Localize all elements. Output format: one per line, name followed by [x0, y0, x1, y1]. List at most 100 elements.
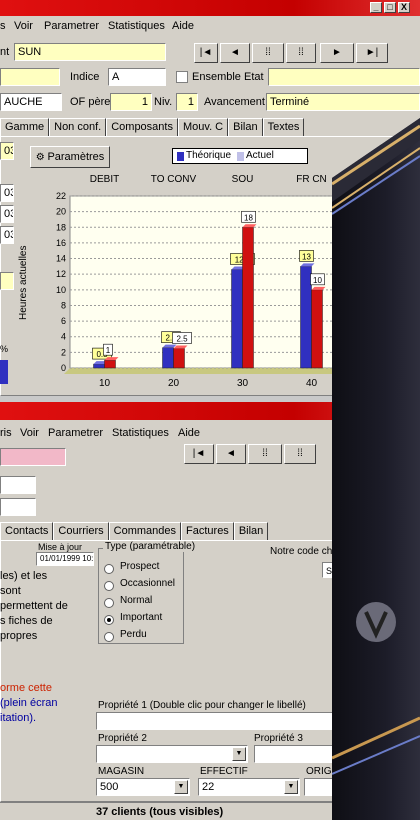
- legend-actuel: Actuel: [246, 150, 274, 161]
- tab-courriers[interactable]: Courriers: [53, 522, 109, 540]
- radio-important[interactable]: [104, 615, 114, 625]
- magasin-select[interactable]: 500 ▼: [96, 778, 190, 796]
- mise-a-jour-field[interactable]: 01/01/1999 10:46: [36, 552, 94, 566]
- x-tick-label: 20: [168, 378, 180, 389]
- legend-theorique: Théorique: [186, 150, 232, 161]
- bar-chart: 0246810121416182022DEBIT TO CONV SOU FR CN0…: [56, 174, 346, 389]
- avancement-label: Avancement: [204, 96, 265, 108]
- effectif-label: EFFECTIF: [200, 766, 248, 777]
- client-name-field[interactable]: [0, 448, 66, 466]
- y-tick-label: 20: [56, 207, 66, 217]
- x-tick-label: 30: [237, 378, 249, 389]
- chevron-down-icon[interactable]: ▼: [284, 780, 298, 794]
- bar: [104, 359, 116, 369]
- effectif-select[interactable]: 22 ▼: [198, 778, 300, 796]
- left-field-3[interactable]: 03: [0, 205, 14, 223]
- radio-normal[interactable]: [104, 598, 114, 608]
- left-mini-bar: [0, 360, 8, 384]
- bar: [93, 363, 105, 369]
- nav-last-button[interactable]: ►|: [356, 43, 388, 63]
- y-tick-label: 16: [56, 238, 66, 248]
- left-field-1[interactable]: 03: [0, 142, 14, 160]
- propriete3-label: Propriété 3: [254, 733, 303, 744]
- code-field[interactable]: SUN: [14, 43, 166, 61]
- data-label: 2.5: [176, 334, 188, 343]
- niv-field[interactable]: 1: [176, 93, 198, 111]
- chevron-down-icon[interactable]: ▼: [174, 780, 188, 794]
- data-label: 10: [313, 276, 322, 285]
- left-field-4[interactable]: 03: [0, 226, 14, 244]
- legend-swatch-theorique: [177, 152, 184, 161]
- tab-contacts[interactable]: Contacts: [0, 522, 54, 540]
- nav-grid-button-2[interactable]: ⁞⁞: [248, 444, 282, 464]
- designation-field[interactable]: [0, 68, 60, 86]
- parametres-label: Paramètres: [47, 151, 105, 163]
- left-field-2[interactable]: 03: [0, 184, 14, 202]
- minimize-button[interactable]: _: [370, 2, 382, 13]
- nav-list-button[interactable]: ⁞⁞: [286, 43, 316, 63]
- tab-bilan[interactable]: Bilan: [228, 118, 263, 136]
- tab-textes[interactable]: Textes: [262, 118, 305, 136]
- title-bar[interactable]: _ □ X: [0, 0, 420, 16]
- indice-label: Indice: [70, 71, 100, 83]
- chevron-down-icon[interactable]: ▼: [232, 747, 246, 761]
- radio-perdu[interactable]: [104, 632, 114, 642]
- indice-field[interactable]: A: [108, 68, 166, 86]
- nav-first-button-2[interactable]: |◄: [184, 444, 214, 464]
- side-field[interactable]: AUCHE: [0, 93, 62, 111]
- nav-grid-button[interactable]: ⁞⁞: [252, 43, 284, 63]
- tab-non-conf[interactable]: Non conf.: [49, 118, 107, 136]
- address-field-2[interactable]: [0, 498, 36, 516]
- propriete2-select[interactable]: ▼: [96, 745, 248, 763]
- nav-prev-button[interactable]: ◄: [220, 43, 250, 63]
- parametres-button[interactable]: ⚙ Paramètres: [30, 146, 110, 168]
- tab-commandes[interactable]: Commandes: [108, 522, 182, 540]
- column-header: TO CONV: [151, 174, 197, 185]
- etat-field[interactable]: [268, 68, 420, 86]
- propriete2-label: Propriété 2: [98, 733, 147, 744]
- settings-icon: ⚙: [35, 152, 48, 163]
- maximize-button[interactable]: □: [384, 2, 396, 13]
- menu-parametrer-2[interactable]: Parametrer: [48, 427, 103, 439]
- propriete1-label: Propriété 1 (Double clic pour changer le…: [98, 700, 306, 711]
- left-percent-label: %: [0, 344, 9, 354]
- menu-aide-2[interactable]: Aide: [178, 427, 200, 439]
- tab-bilan-2[interactable]: Bilan: [233, 522, 269, 540]
- radio-occasionnel[interactable]: [104, 581, 114, 591]
- radio-label: Prospect: [120, 561, 160, 572]
- nav-list-button-2[interactable]: ⁞⁞: [284, 444, 316, 464]
- left-field-5[interactable]: [0, 272, 14, 290]
- tab-composants[interactable]: Composants: [106, 118, 178, 136]
- y-axis-label: Heures actuelles: [18, 245, 29, 320]
- tab-mouv-c[interactable]: Mouv. C: [177, 118, 229, 136]
- y-tick-label: 12: [56, 269, 66, 279]
- nav-first-button[interactable]: |◄: [194, 43, 218, 63]
- radio-prospect[interactable]: [104, 564, 114, 574]
- effectif-value: 22: [202, 781, 215, 793]
- y-tick-label: 8: [61, 300, 66, 310]
- ensemble-checkbox[interactable]: [176, 71, 188, 83]
- of-pere-field[interactable]: 1: [110, 93, 152, 111]
- close-button[interactable]: X: [398, 2, 410, 13]
- menu-aide[interactable]: Aide: [172, 20, 194, 32]
- menu-item-cut-2[interactable]: ris: [0, 427, 12, 439]
- menu-statistiques[interactable]: Statistiques: [108, 20, 165, 32]
- red-line-2: (plein écran: [0, 697, 58, 709]
- menu-parametrer[interactable]: Parametrer: [44, 20, 99, 32]
- address-field-1[interactable]: [0, 476, 36, 494]
- menu-voir-2[interactable]: Voir: [20, 427, 39, 439]
- avancement-field[interactable]: Terminé: [266, 93, 420, 111]
- column-header: SOU: [232, 174, 254, 185]
- desc-line-3: permettent de: [0, 600, 68, 612]
- nav-next-button[interactable]: ►: [320, 43, 354, 63]
- bar: [242, 227, 254, 369]
- ensemble-label: Ensemble: [192, 71, 241, 83]
- menu-statistiques-2[interactable]: Statistiques: [112, 427, 169, 439]
- tab-factures[interactable]: Factures: [181, 522, 234, 540]
- nav-prev-button-2[interactable]: ◄: [216, 444, 246, 464]
- code-label: nt: [0, 46, 10, 58]
- tab-gamme[interactable]: Gamme: [0, 118, 50, 136]
- menu-voir[interactable]: Voir: [14, 20, 33, 32]
- menu-item-cut[interactable]: s: [0, 20, 6, 32]
- desc-line-1: les) et les: [0, 570, 48, 582]
